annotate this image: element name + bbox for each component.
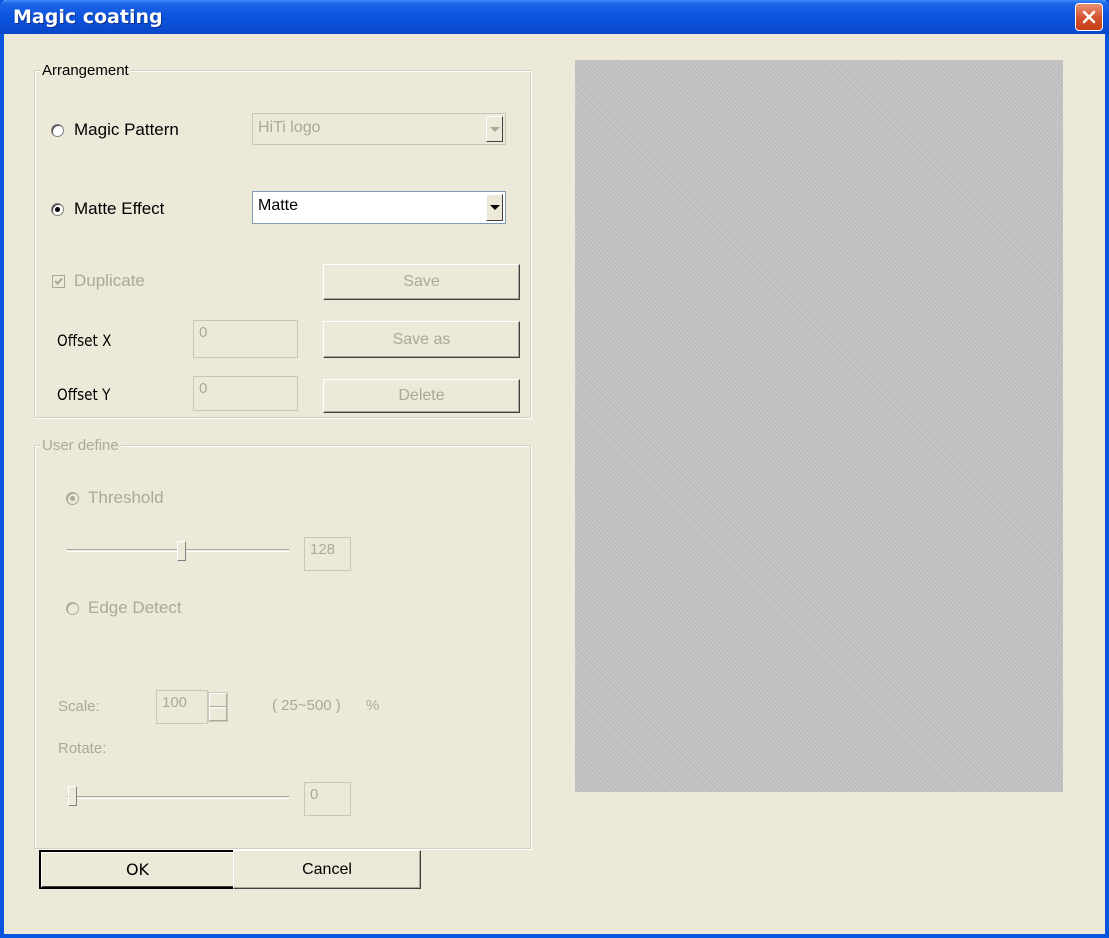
matte-effect-label: Matte Effect: [74, 199, 165, 218]
rotate-value: 0: [310, 786, 319, 803]
magic-pattern-label: Magic Pattern: [74, 120, 179, 139]
offset-y-input: 0: [193, 376, 298, 411]
edge-detect-radio: [66, 602, 79, 615]
scale-range-text: ( 25~500 ): [272, 697, 341, 714]
threshold-radio: [66, 492, 79, 505]
offset-y-value: 0: [199, 380, 208, 397]
scale-value: 100: [162, 694, 188, 711]
magic-pattern-value: HiTi logo: [258, 119, 321, 136]
arrangement-legend: Arrangement: [40, 62, 131, 79]
chevron-down-icon: [486, 116, 503, 142]
rotate-label: Rotate:: [58, 740, 107, 757]
magic-pattern-radio[interactable]: [51, 124, 64, 137]
scale-input: 100: [156, 690, 208, 724]
ok-button[interactable]: OK: [39, 850, 236, 889]
scale-spinner: [208, 692, 228, 722]
close-icon: [1082, 10, 1096, 24]
offset-y-label: Offset Y: [57, 385, 111, 404]
duplicate-label: Duplicate: [74, 271, 145, 290]
offset-x-value: 0: [199, 324, 208, 341]
window-title: Magic coating: [13, 6, 163, 28]
scale-label: Scale:: [58, 698, 100, 715]
offset-x-label: Offset X: [57, 331, 112, 350]
close-button[interactable]: [1075, 3, 1103, 31]
magic-coating-dialog: Magic coating Arrangement Magic Pattern …: [0, 0, 1109, 938]
rotate-slider-track: [67, 796, 289, 799]
offset-x-input: 0: [193, 320, 298, 358]
spinner-up-icon: [209, 693, 227, 707]
threshold-value-box: 128: [304, 537, 351, 571]
matte-effect-radio[interactable]: [51, 203, 64, 216]
chevron-down-icon[interactable]: [486, 194, 503, 221]
cancel-button[interactable]: Cancel: [233, 850, 421, 889]
magic-pattern-select: HiTi logo: [252, 113, 506, 145]
preview-area: [575, 60, 1063, 792]
matte-effect-value: Matte: [258, 197, 299, 214]
threshold-slider-thumb: [177, 541, 186, 561]
threshold-label: Threshold: [88, 488, 164, 507]
matte-effect-select[interactable]: Matte: [252, 191, 506, 224]
rotate-slider-thumb: [68, 786, 77, 806]
scale-unit: %: [366, 697, 380, 714]
title-bar[interactable]: Magic coating: [0, 0, 1109, 34]
rotate-value-box: 0: [304, 782, 351, 816]
save-button: Save: [323, 264, 520, 300]
checkmark-icon: [54, 277, 63, 285]
threshold-value: 128: [310, 541, 336, 558]
user-define-legend: User define: [40, 437, 121, 454]
spinner-down-icon: [209, 707, 227, 721]
edge-detect-label: Edge Detect: [88, 598, 182, 617]
duplicate-checkbox: [52, 275, 65, 288]
delete-button: Delete: [323, 379, 520, 413]
save-as-button: Save as: [323, 321, 520, 358]
